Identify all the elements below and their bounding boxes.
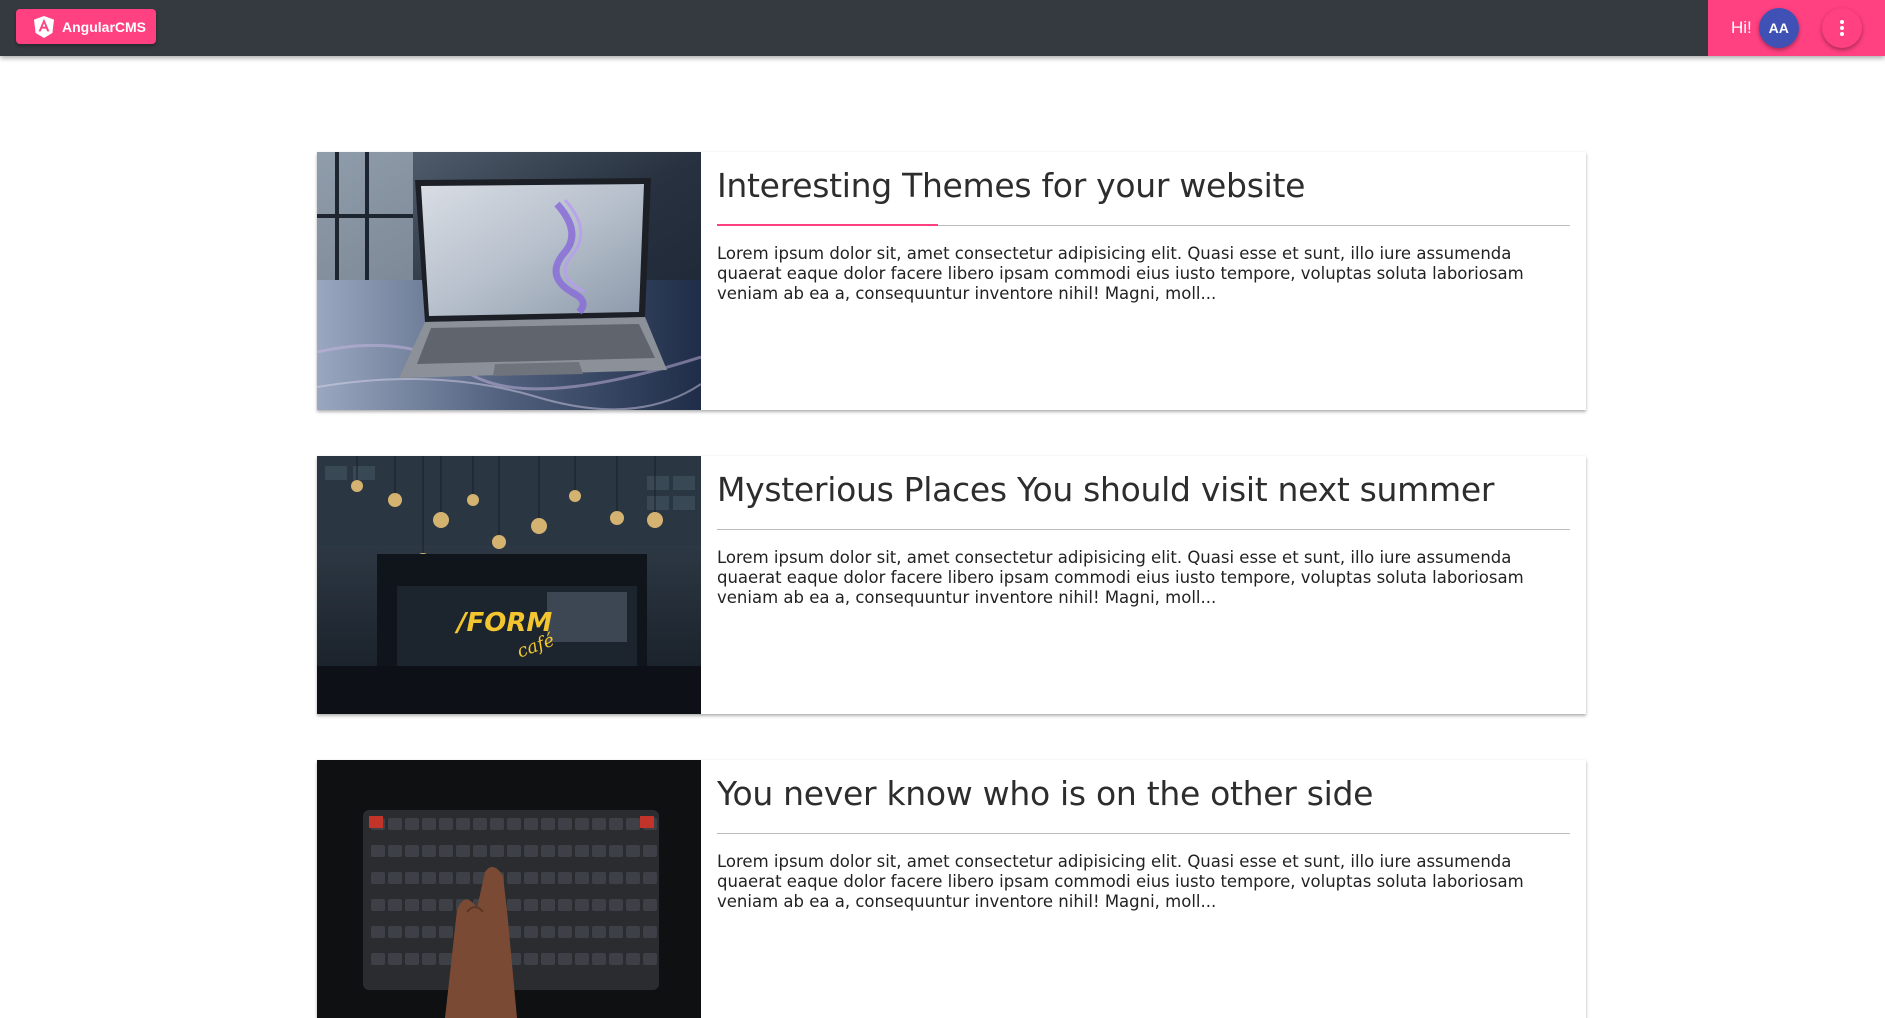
brand-button[interactable]: AngularCMS [16, 9, 156, 44]
post-body: Interesting Themes for your website Lore… [717, 152, 1570, 304]
post-card[interactable]: /FORM café Mysterious Places You should … [317, 456, 1586, 714]
post-excerpt: Lorem ipsum dolor sit, amet consectetur … [717, 244, 1524, 303]
post-excerpt: Lorem ipsum dolor sit, amet consectetur … [717, 548, 1524, 607]
post-card[interactable]: Interesting Themes for your website Lore… [317, 152, 1586, 410]
post-title[interactable]: Interesting Themes for your website [717, 166, 1570, 205]
post-title[interactable]: You never know who is on the other side [717, 774, 1570, 813]
post-title[interactable]: Mysterious Places You should visit next … [717, 470, 1570, 509]
post-card[interactable]: You never know who is on the other side … [317, 760, 1586, 1018]
brand-label: AngularCMS [62, 18, 146, 35]
post-body: You never know who is on the other side … [717, 760, 1570, 912]
user-avatar-button[interactable]: AA [1758, 8, 1799, 48]
title-divider-accent [717, 224, 938, 226]
more-vert-icon [1839, 20, 1844, 36]
post-excerpt: Lorem ipsum dolor sit, amet consectetur … [717, 852, 1524, 911]
more-menu-button[interactable] [1821, 8, 1862, 48]
title-divider [717, 529, 1570, 530]
greeting-text: Hi! [1731, 18, 1752, 37]
post-image-cafe: /FORM café [317, 456, 701, 714]
top-toolbar: AngularCMS Hi! AA [0, 0, 1885, 56]
user-area: Hi! AA [1708, 0, 1885, 56]
post-image-laptop [317, 152, 701, 410]
title-divider [717, 833, 1570, 834]
title-divider [717, 224, 1570, 226]
avatar-initials: AA [1768, 20, 1789, 36]
angular-logo-icon [34, 15, 54, 38]
post-image-keyboard [317, 760, 701, 1018]
post-body: Mysterious Places You should visit next … [717, 456, 1570, 608]
